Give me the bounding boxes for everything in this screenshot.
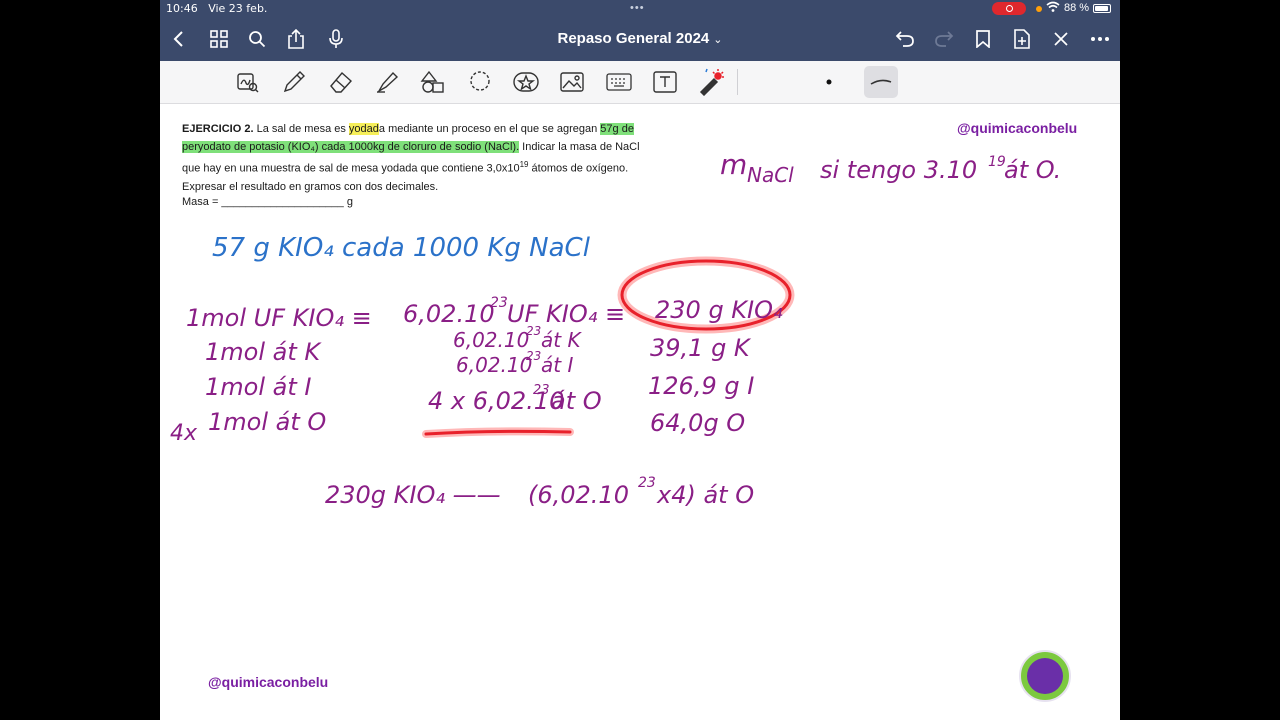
status-bar: 10:46 Vie 23 feb. ••• 88 % (160, 0, 1120, 18)
row3-mid-end: át I (541, 353, 573, 377)
row1-right: 230 g KIO₄ (655, 296, 783, 324)
notebook-page[interactable]: EJERCICIO 2. La sal de mesa es yodada me… (160, 104, 1120, 720)
row4-right: 64,0g O (650, 409, 745, 437)
microphone-icon[interactable] (321, 24, 351, 54)
more-icon[interactable] (1085, 24, 1115, 54)
row1-left: 1mol UF KIO₄ ≡ (186, 304, 372, 332)
row2-mid-sup: 23 (526, 324, 541, 338)
ipad-screen: 10:46 Vie 23 feb. ••• 88 % Repaso Genera… (160, 0, 1120, 720)
sticker-icon[interactable] (511, 67, 541, 97)
undo-icon[interactable] (890, 24, 920, 54)
screen-record-icon[interactable] (992, 2, 1026, 15)
search-icon[interactable] (242, 24, 272, 54)
lasso-text-icon[interactable] (233, 67, 263, 97)
laser-pointer-icon[interactable] (696, 67, 726, 97)
chevron-down-icon: ⌄ (713, 34, 723, 46)
bottom-right-end: x4) át O (656, 481, 754, 509)
redo-icon[interactable] (929, 24, 959, 54)
shapes-icon[interactable] (418, 67, 448, 97)
battery-icon (1093, 4, 1111, 13)
note-top: m NaCl si tengo 3.10 19 át O. (720, 148, 1061, 187)
row4-prefix: 4x (170, 421, 198, 446)
row2-mid-end: át K (541, 328, 582, 352)
note-top-sub: NaCl (747, 163, 794, 187)
wifi-icon (1046, 1, 1060, 16)
note-top-m: m (720, 148, 747, 181)
row1-mid-end: UF KIO₄ ≡ (507, 300, 625, 328)
row4-mid-end: át O (551, 387, 602, 415)
text-box-icon[interactable] (650, 67, 680, 97)
row4-mid-sup: 23 (533, 383, 550, 398)
nav-bar: Repaso General 2024 ⌄ (160, 18, 1120, 61)
row1-mid-sup: 23 (490, 295, 508, 311)
row2-left: 1mol át K (205, 338, 322, 366)
mic-in-use-icon (1036, 6, 1042, 12)
row2-right: 39,1 g K (650, 334, 752, 362)
drawing-toolbar (160, 61, 1120, 104)
bottom-right: (6,02.10 (528, 481, 629, 509)
row2-mid: 6,02.10 (453, 328, 529, 352)
grid-view-icon[interactable] (204, 24, 234, 54)
bookmark-icon[interactable] (968, 24, 998, 54)
toolbar-divider (737, 69, 738, 95)
lasso-icon[interactable] (465, 67, 495, 97)
image-icon[interactable] (557, 67, 587, 97)
back-chevron-icon[interactable] (164, 24, 194, 54)
close-icon[interactable] (1046, 24, 1076, 54)
note-top-rest: si tengo 3.10 (820, 156, 977, 184)
pen-style-selected[interactable] (864, 66, 898, 98)
blue-note: 57 g KIO₄ cada 1000 Kg NaCl (212, 233, 591, 263)
add-page-icon[interactable] (1007, 24, 1037, 54)
note-top-end: át O. (1004, 156, 1061, 184)
keyboard-icon[interactable] (604, 67, 634, 97)
document-title[interactable]: Repaso General 2024 ⌄ (540, 30, 740, 47)
row3-mid: 6,02.10 (456, 353, 532, 377)
share-icon[interactable] (281, 24, 311, 54)
battery-percent: 88 % (1064, 2, 1090, 14)
status-time: 10:46 Vie 23 feb. (166, 2, 268, 15)
bottom-right-sup: 23 (638, 475, 656, 491)
row4-left: 1mol át O (208, 408, 326, 436)
row1-mid: 6,02.10 (403, 300, 495, 328)
row3-left: 1mol át I (205, 373, 311, 401)
multitask-dots-icon[interactable]: ••• (630, 2, 645, 14)
row3-right: 126,9 g I (648, 372, 754, 400)
row3-mid-sup: 23 (526, 349, 541, 363)
pen-size-dot[interactable] (814, 67, 844, 97)
highlighter-icon[interactable] (372, 67, 402, 97)
pen-icon[interactable] (279, 67, 309, 97)
bottom-left: 230g KIO₄ —— (325, 481, 501, 509)
eraser-icon[interactable] (326, 67, 356, 97)
handwriting-layer: m NaCl si tengo 3.10 19 át O. 57 g KIO₄ … (170, 148, 1061, 509)
